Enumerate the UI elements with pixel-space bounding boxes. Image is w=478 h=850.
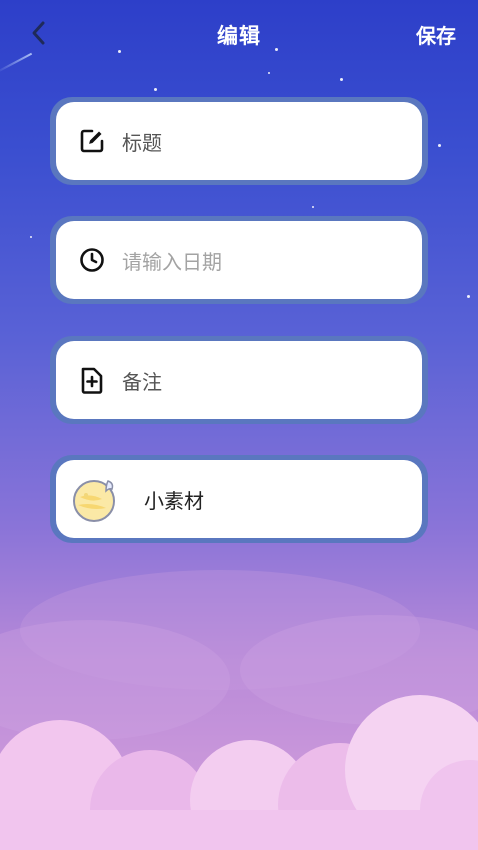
save-button[interactable]: 保存 [416,20,456,49]
sticker-field[interactable]: 小素材 [50,455,428,543]
note-field[interactable]: 备注 [50,336,428,424]
title-field[interactable]: 标题 [50,97,428,185]
file-add-icon [78,366,106,394]
note-field-label: 备注 [122,369,162,394]
cloud-decoration [0,560,478,850]
clock-icon [78,246,106,274]
moon-sticker-icon [70,473,122,525]
title-field-label: 标题 [122,130,162,155]
page-title: 编辑 [217,24,261,48]
date-input-placeholder: 请输入日期 [122,249,222,274]
sticker-field-label: 小素材 [144,488,204,513]
edit-icon [78,127,106,155]
top-bar: 编辑 保存 [0,0,478,66]
date-field[interactable]: 请输入日期 [50,216,428,304]
